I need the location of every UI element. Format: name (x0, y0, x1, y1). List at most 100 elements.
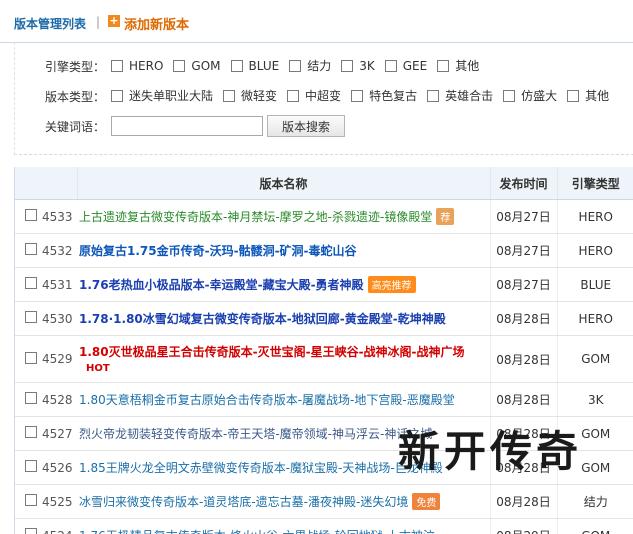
version-name-link[interactable]: 上古遗迹复古微变传奇版本-神月禁坛-摩罗之地-杀戮遗迹-镜像殿堂 (79, 210, 432, 224)
table-row: 4529 1.80灭世极品星王合击传奇版本-灭世宝阁-星王峡谷-战神冰阁-战神广场… (15, 335, 633, 383)
version-checkbox[interactable] (503, 89, 516, 102)
engine-option[interactable]: 结力 (289, 57, 331, 74)
version-name-link[interactable]: 1.76老热血小极品版本-幸运殿堂-藏宝大殿-勇者神殿 (79, 278, 364, 292)
row-name-cell: 1.76无极精品复古传奇版本-烽火山谷-六界战场-轮回地狱-上古神泣 (77, 518, 490, 534)
version-name-link[interactable]: 1.78·1.80冰雪幻域复古微变传奇版本-地狱回廊-黄金殿堂-乾坤神殿 (79, 312, 446, 326)
row-checkbox[interactable] (25, 351, 37, 364)
version-name-link[interactable]: 1.80灭世极品星王合击传奇版本-灭世宝阁-星王峡谷-战神冰阁-战神广场 (79, 345, 465, 359)
row-checkbox-cell (15, 199, 41, 234)
filter-panel: 引擎类型： HERO GOM BLUE 结力 3K GEE 其他 版本类型： 迷失单职业大陆… (14, 42, 633, 155)
version-option-label: 仿盛大 (521, 89, 558, 104)
engine-option[interactable]: HERO (111, 59, 163, 73)
row-checkbox[interactable] (25, 528, 37, 534)
version-option[interactable]: 迷失单职业大陆 (111, 87, 213, 104)
engine-checkbox[interactable] (341, 59, 354, 72)
table-row: 4528 1.80天意梧桐金币复古原始合击传奇版本-屠魔战场-地下宫殿-恶魔殿堂 0… (15, 382, 633, 417)
version-name-link[interactable]: 原始复古1.75金币传奇-沃玛-骷髅洞-矿洞-毒蛇山谷 (79, 244, 357, 258)
version-name-link[interactable]: 1.80天意梧桐金币复古原始合击传奇版本-屠魔战场-地下宫殿-恶魔殿堂 (79, 393, 455, 407)
row-date: 08月27日 (489, 233, 557, 268)
table-row: 4530 1.78·1.80冰雪幻域复古微变传奇版本-地狱回廊-黄金殿堂-乾坤神殿… (15, 301, 633, 336)
page-title[interactable]: 版本管理列表 (14, 15, 86, 32)
row-id: 4527 (41, 416, 77, 451)
header-engine: 引擎类型 (556, 167, 633, 200)
header-checkbox-col (15, 167, 41, 200)
version-option-label: 特色复古 (369, 89, 418, 104)
row-engine: HERO (556, 233, 633, 268)
version-checkbox[interactable] (111, 89, 124, 102)
row-engine: GOM (556, 335, 633, 383)
engine-option-label: GEE (402, 58, 428, 73)
version-name-link[interactable]: 1.85王牌火龙全明文赤壁微变传奇版本-魔狱宝殿-天神战场-巨龙神殿 (79, 461, 443, 475)
row-checkbox-cell (15, 450, 41, 485)
version-checkbox[interactable] (427, 89, 440, 102)
engine-checkbox[interactable] (384, 59, 397, 72)
engine-checkbox[interactable] (111, 59, 124, 72)
header-id-col (41, 167, 77, 200)
row-checkbox[interactable] (25, 392, 37, 404)
engine-checkbox[interactable] (173, 59, 186, 72)
row-engine: BLUE (556, 267, 633, 302)
search-button[interactable]: 版本搜索 (267, 115, 346, 137)
engine-checkbox[interactable] (289, 59, 302, 72)
version-option[interactable]: 中超变 (287, 87, 341, 104)
row-checkbox[interactable] (25, 494, 37, 506)
row-badge: 免费 (412, 493, 441, 510)
engine-option-label: 3K (359, 58, 375, 73)
row-checkbox[interactable] (25, 243, 37, 255)
row-id: 4525 (41, 484, 77, 519)
row-checkbox[interactable] (25, 426, 37, 438)
row-name-cell: 上古遗迹复古微变传奇版本-神月禁坛-摩罗之地-杀戮遗迹-镜像殿堂荐 (77, 199, 490, 234)
table-row: 45241.76无极精品复古传奇版本-烽火山谷-六界战场-轮回地狱-上古神泣 08… (15, 518, 633, 534)
row-checkbox-cell (15, 382, 41, 417)
version-option[interactable]: 其他 (567, 87, 609, 104)
row-checkbox[interactable] (25, 311, 37, 323)
version-option[interactable]: 特色复古 (351, 87, 417, 104)
version-checkbox[interactable] (223, 89, 236, 102)
add-icon[interactable]: + (108, 15, 120, 27)
engine-checkbox[interactable] (437, 59, 450, 72)
row-checkbox[interactable] (25, 209, 37, 221)
row-checkbox-cell (15, 233, 41, 268)
table-header-row: 版本名称 发布时间 引擎类型 (15, 167, 633, 200)
engine-option-label: GOM (191, 58, 221, 73)
row-checkbox[interactable] (25, 277, 37, 289)
version-option[interactable]: 英雄合击 (427, 87, 493, 104)
version-name-link[interactable]: 冰雪归来微变传奇版本-道灵塔底-遗忘古墓-潘夜神殿-迷失幻境 (79, 495, 408, 509)
engine-option[interactable]: BLUE (230, 58, 280, 73)
row-engine: 结力 (556, 484, 633, 519)
engine-option[interactable]: GEE (384, 58, 428, 73)
version-checkbox[interactable] (287, 89, 300, 102)
engine-option-label: BLUE (248, 58, 280, 73)
row-name-cell: 冰雪归来微变传奇版本-道灵塔底-遗忘古墓-潘夜神殿-迷失幻境 免费 (77, 484, 490, 519)
add-version-link[interactable]: 添加新版本 (124, 14, 189, 33)
version-option[interactable]: 仿盛大 (503, 87, 557, 104)
engine-checkbox[interactable] (230, 59, 243, 72)
version-name-link[interactable]: 烈火帝龙韧装轻变传奇版本-帝王天塔-魔帝领域-神马浮云-神话之城 (79, 427, 432, 441)
header-bar: 版本管理列表 | + 添加新版本 (0, 0, 633, 43)
row-name-cell: 1.76老热血小极品版本-幸运殿堂-藏宝大殿-勇者神殿 高亮推荐 (77, 267, 490, 302)
engine-option[interactable]: 其他 (437, 57, 479, 74)
engine-option[interactable]: GOM (173, 58, 221, 73)
row-id: 4533 (41, 199, 77, 234)
row-checkbox[interactable] (25, 460, 37, 472)
engine-option[interactable]: 3K (341, 59, 375, 73)
engine-filter-row: 引擎类型： HERO GOM BLUE 结力 3K GEE 其他 (45, 57, 489, 75)
row-checkbox-cell (15, 335, 41, 383)
engine-option-label: 结力 (307, 59, 332, 74)
version-option[interactable]: 微轻变 (223, 87, 277, 104)
row-badge: 荐 (436, 208, 455, 225)
version-checkbox[interactable] (567, 89, 580, 102)
row-checkbox-cell (15, 301, 41, 336)
row-date: 08月28日 (489, 484, 557, 519)
table-row: 4533 上古遗迹复古微变传奇版本-神月禁坛-摩罗之地-杀戮遗迹-镜像殿堂荐 08月… (15, 199, 633, 234)
version-checkbox[interactable] (351, 89, 364, 102)
row-id: 4524 (41, 518, 77, 534)
row-id: 4531 (41, 267, 77, 302)
version-name-link[interactable]: 1.76无极精品复古传奇版本-烽火山谷-六界战场-轮回地狱-上古神泣 (79, 529, 435, 534)
version-option-label: 中超变 (305, 89, 342, 104)
table-row: 4532 原始复古1.75金币传奇-沃玛-骷髅洞-矿洞-毒蛇山谷 08月27日 HER… (15, 233, 633, 268)
keyword-input[interactable] (111, 116, 264, 136)
watermark-logo: 新开传奇 (398, 427, 583, 476)
engine-option-label: 其他 (455, 59, 480, 74)
row-date: 08月28日 (489, 335, 557, 383)
